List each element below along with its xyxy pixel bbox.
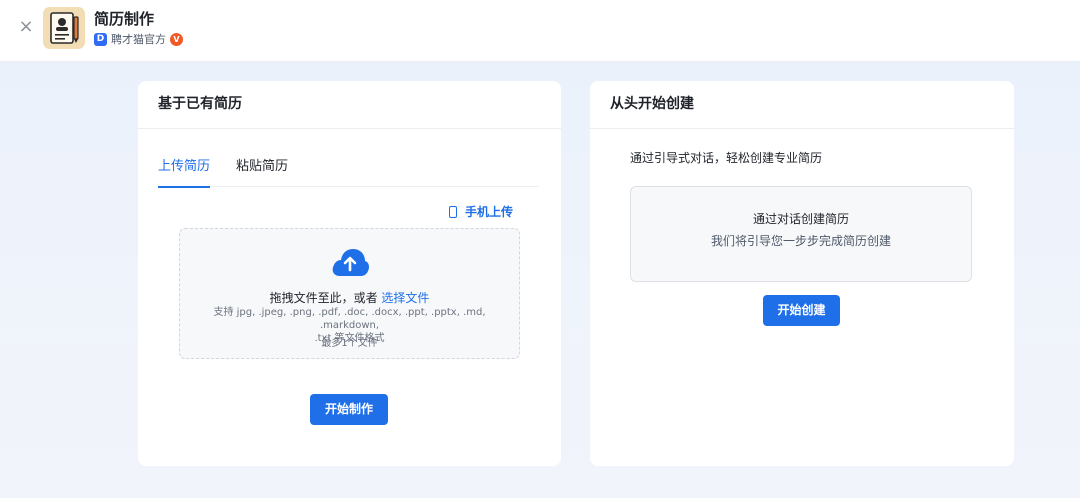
choose-file-link[interactable]: 选择文件	[381, 291, 429, 305]
app-title: 简历制作	[94, 10, 155, 28]
mobile-upload-link[interactable]: 手机上传	[448, 203, 513, 220]
cloud-upload-icon	[330, 246, 370, 278]
dialog-create-subtitle: 我们将引导您一步步完成简历创建	[710, 234, 891, 248]
resume-source-tabs: 上传简历 粘贴简历	[158, 153, 539, 188]
create-description: 通过引导式对话，轻松创建专业简历	[630, 151, 823, 165]
resume-app-icon	[43, 7, 85, 49]
dialog-create-title: 通过对话创建简历	[752, 212, 849, 226]
dialog-create-option[interactable]: 通过对话创建简历 我们将引导您一步步完成简历创建	[630, 186, 972, 282]
start-making-button[interactable]: 开始制作	[310, 394, 388, 425]
publisher-logo-icon: D	[94, 32, 107, 46]
create-from-scratch-card: 从头开始创建 通过引导式对话，轻松创建专业简历 通过对话创建简历 我们将引导您一…	[590, 81, 1014, 466]
top-bar: × 简历制作 D 聘才猫官方 V	[0, 0, 1080, 62]
card-title: 从头开始创建	[590, 81, 1014, 129]
file-dropzone[interactable]: 拖拽文件至此，或者 选择文件 支持 jpg, .jpeg, .png, .pdf…	[179, 228, 520, 359]
publisher-name: 聘才猫官方	[111, 33, 166, 46]
phone-icon	[448, 205, 457, 218]
tab-paste-resume[interactable]: 粘贴简历	[236, 153, 288, 187]
drop-text: 拖拽文件至此，或者	[269, 291, 378, 305]
tab-upload-resume[interactable]: 上传简历	[158, 153, 211, 188]
upload-resume-card: 基于已有简历 上传简历 粘贴简历 手机上传 拖拽文件至此，或者 选择文件 支持 …	[138, 81, 561, 466]
mobile-upload-label: 手机上传	[464, 205, 513, 219]
start-create-button[interactable]: 开始创建	[763, 295, 840, 326]
verified-badge-icon: V	[170, 32, 183, 46]
close-icon[interactable]: ×	[16, 17, 36, 37]
publisher-row: D 聘才猫官方 V	[94, 31, 183, 47]
card-title: 基于已有简历	[138, 81, 561, 129]
file-limit: 最多1个文件	[321, 338, 378, 349]
dropzone-instruction: 拖拽文件至此，或者 选择文件	[180, 289, 519, 306]
supported-formats-line1: 支持 jpg, .jpeg, .png, .pdf, .doc, .docx, …	[213, 307, 486, 331]
